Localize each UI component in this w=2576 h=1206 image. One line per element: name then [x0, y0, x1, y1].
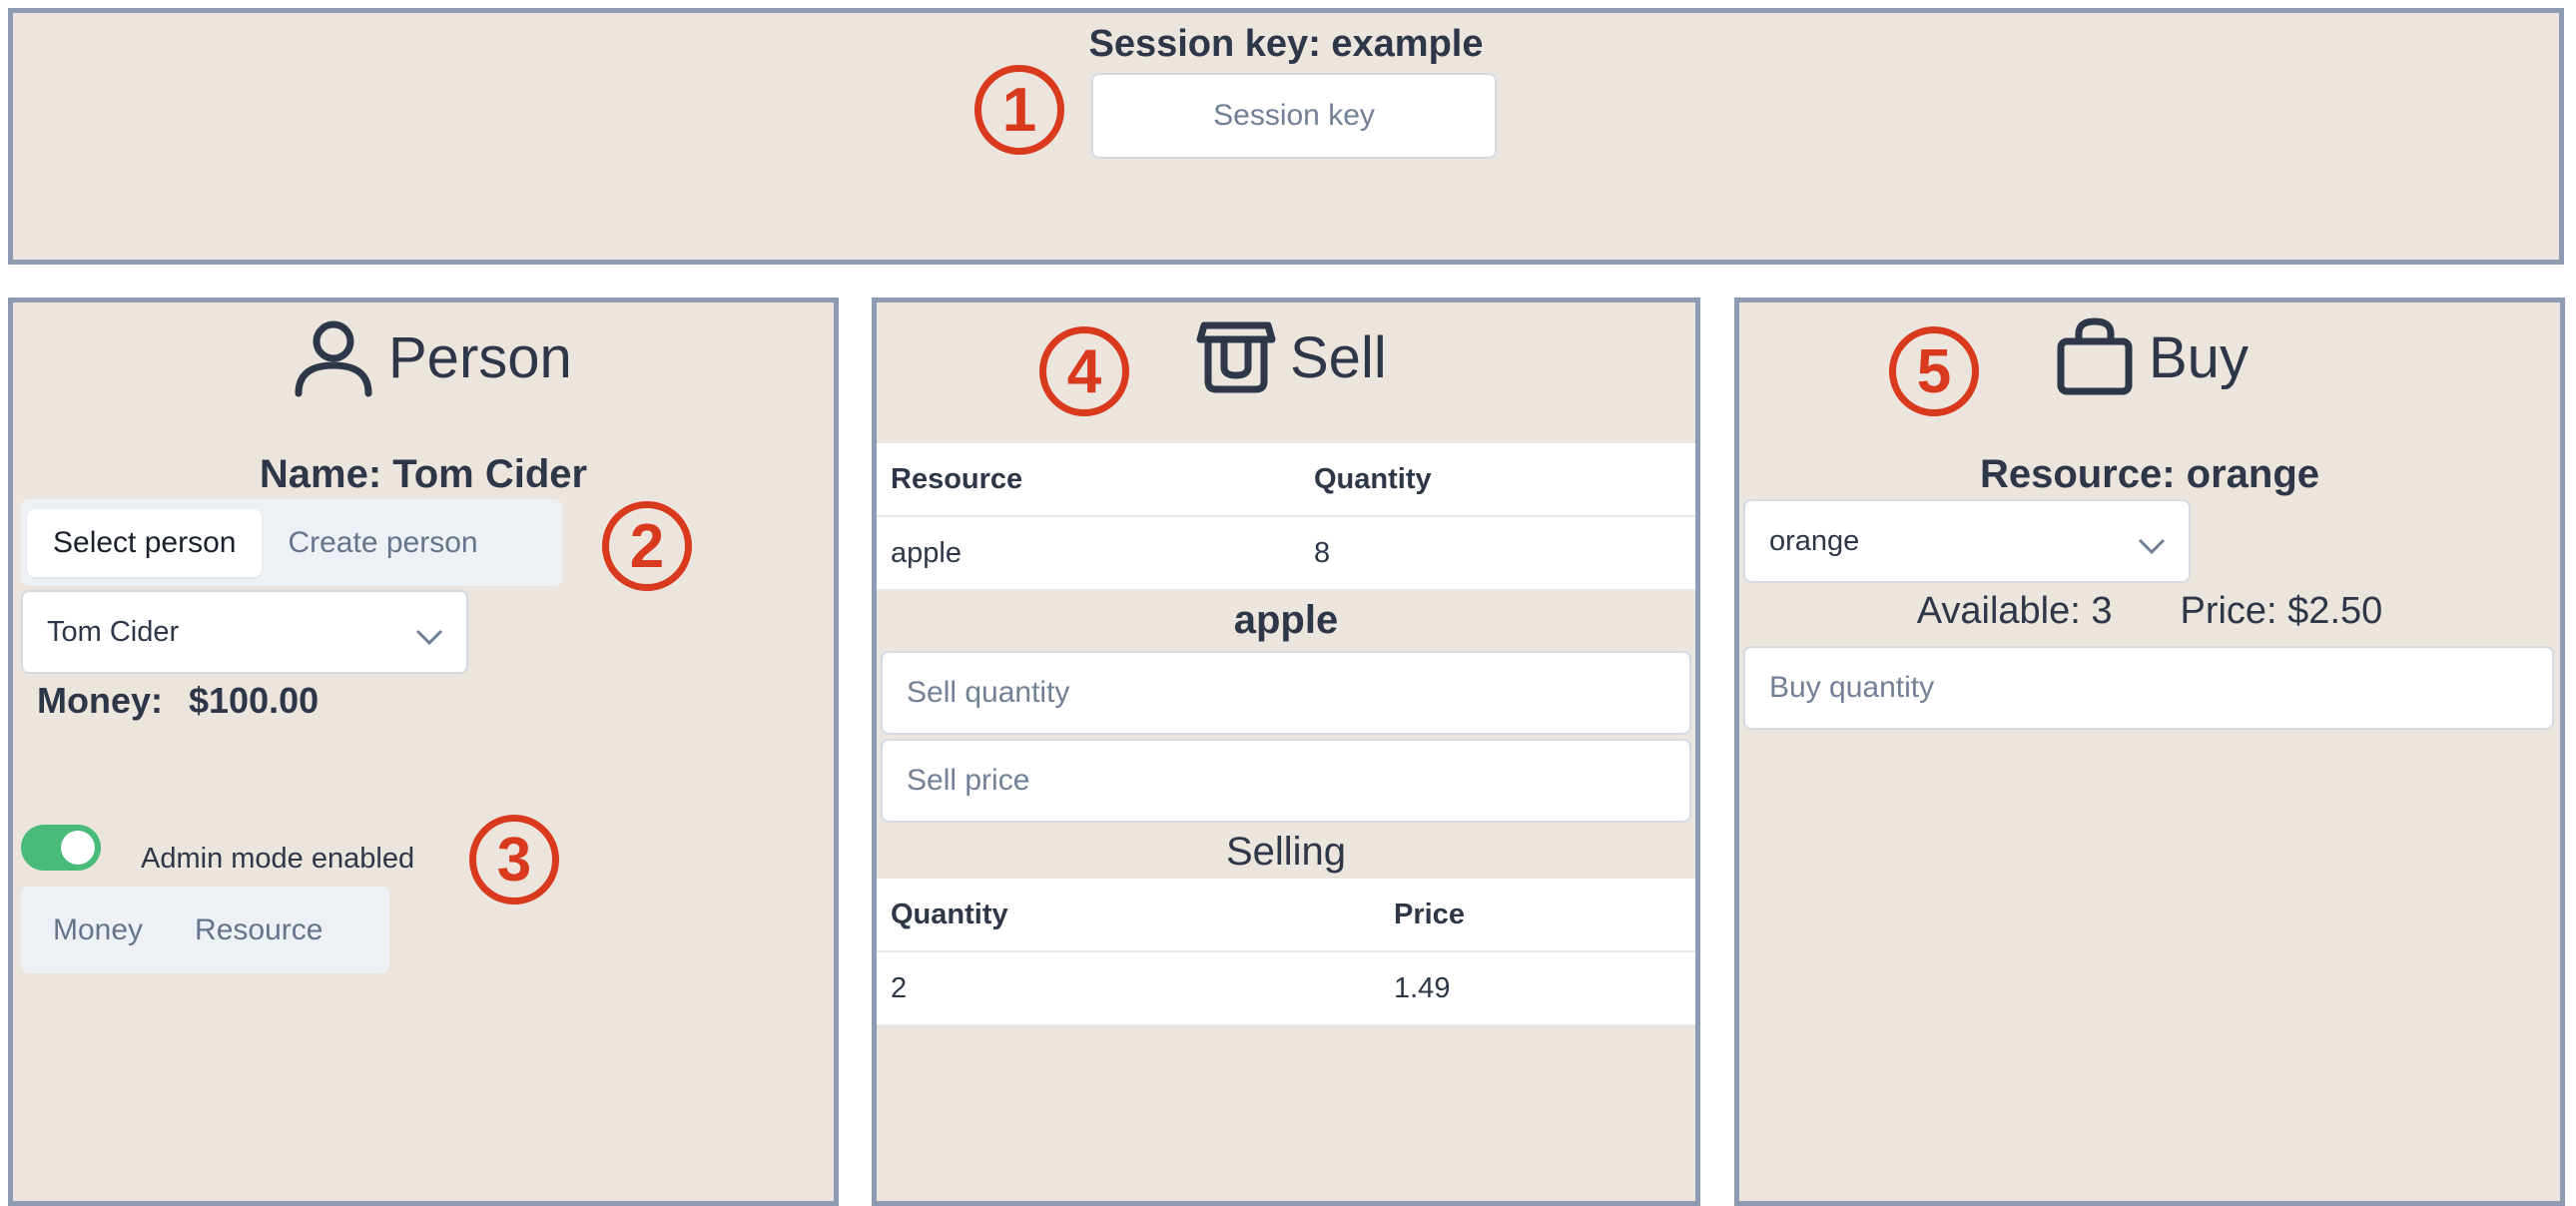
session-key-heading: Session key: example [1088, 23, 1484, 65]
sell-panel: Sell Resource Quantity apple 8 apple Sel… [872, 298, 1700, 1206]
shopping-bag-icon [2055, 317, 2135, 397]
person-mode-tabs: Select person Create person [21, 499, 562, 586]
tab-select-person[interactable]: Select person [27, 508, 263, 577]
buy-quantity-input[interactable] [1743, 646, 2554, 730]
money-value: $100.00 [189, 680, 320, 721]
annotation-marker-2: 2 [602, 501, 692, 591]
toggle-knob [61, 831, 95, 865]
table-row[interactable]: apple 8 [877, 516, 1695, 591]
person-select[interactable]: Tom Cider [21, 590, 468, 674]
person-panel: Person Name: Tom Cider Select person Cre… [8, 298, 839, 1206]
buy-resource-select[interactable]: orange [1743, 499, 2191, 583]
annotation-marker-4: 4 [1039, 326, 1129, 416]
annotation-marker-1: 1 [974, 65, 1064, 155]
buy-resource-heading: Resource: orange [1979, 452, 2320, 496]
inventory-table: Resource Quantity apple 8 [877, 443, 1695, 591]
tab-resource[interactable]: Resource [169, 897, 348, 964]
table-cell: 2 [877, 951, 1380, 1026]
buy-panel: Buy Resource: orange orange Available: 3… [1734, 298, 2565, 1206]
admin-mode-label: Admin mode enabled [141, 843, 415, 875]
column-header-resource: Resource [877, 443, 1300, 517]
table-row[interactable]: 2 1.49 [877, 951, 1695, 1026]
table-header-row: Resource Quantity [877, 443, 1695, 517]
sell-price-input[interactable] [881, 739, 1691, 823]
buy-title-label: Buy [2149, 324, 2249, 390]
sell-title: Sell [1196, 302, 1387, 412]
admin-tabs: Money Resource [21, 887, 389, 973]
table-cell: 1.49 [1380, 951, 1695, 1026]
session-panel: Session key: example [8, 8, 2564, 265]
tab-money[interactable]: Money [27, 897, 169, 964]
column-header-quantity: Quantity [877, 879, 1380, 952]
admin-mode-toggle[interactable] [21, 825, 101, 871]
money-label: Money: [37, 680, 163, 721]
sell-title-label: Sell [1290, 324, 1387, 390]
basket-icon [1196, 317, 1276, 397]
column-header-price: Price [1380, 879, 1695, 952]
money-row: Money: $100.00 [37, 680, 319, 722]
session-key-input[interactable] [1091, 73, 1497, 159]
selected-resource-heading: apple [1233, 598, 1339, 642]
annotation-marker-5: 5 [1889, 326, 1979, 416]
column-header-quantity: Quantity [1300, 443, 1695, 517]
person-title: Person [293, 302, 572, 412]
tab-create-person[interactable]: Create person [262, 509, 503, 577]
sell-quantity-input[interactable] [881, 651, 1691, 735]
person-name-heading: Name: Tom Cider [259, 452, 588, 496]
chevron-down-icon [414, 622, 444, 655]
buy-resource-select-value: orange [1769, 524, 1860, 557]
person-title-label: Person [388, 324, 572, 390]
buy-price: Price: $2.50 [2180, 590, 2383, 632]
chevron-down-icon [2137, 531, 2167, 564]
buy-title: Buy [2055, 302, 2249, 412]
selling-heading: Selling [1225, 830, 1347, 874]
availability-row: Available: 3 Price: $2.50 [1739, 590, 2560, 633]
table-cell: 8 [1300, 516, 1695, 591]
person-select-value: Tom Cider [47, 615, 180, 648]
available-count: Available: 3 [1916, 590, 2113, 632]
annotation-marker-3: 3 [469, 815, 559, 904]
table-header-row: Quantity Price [877, 879, 1695, 952]
selling-table: Quantity Price 2 1.49 [877, 879, 1695, 1026]
person-icon [293, 317, 374, 397]
table-cell: apple [877, 516, 1300, 591]
